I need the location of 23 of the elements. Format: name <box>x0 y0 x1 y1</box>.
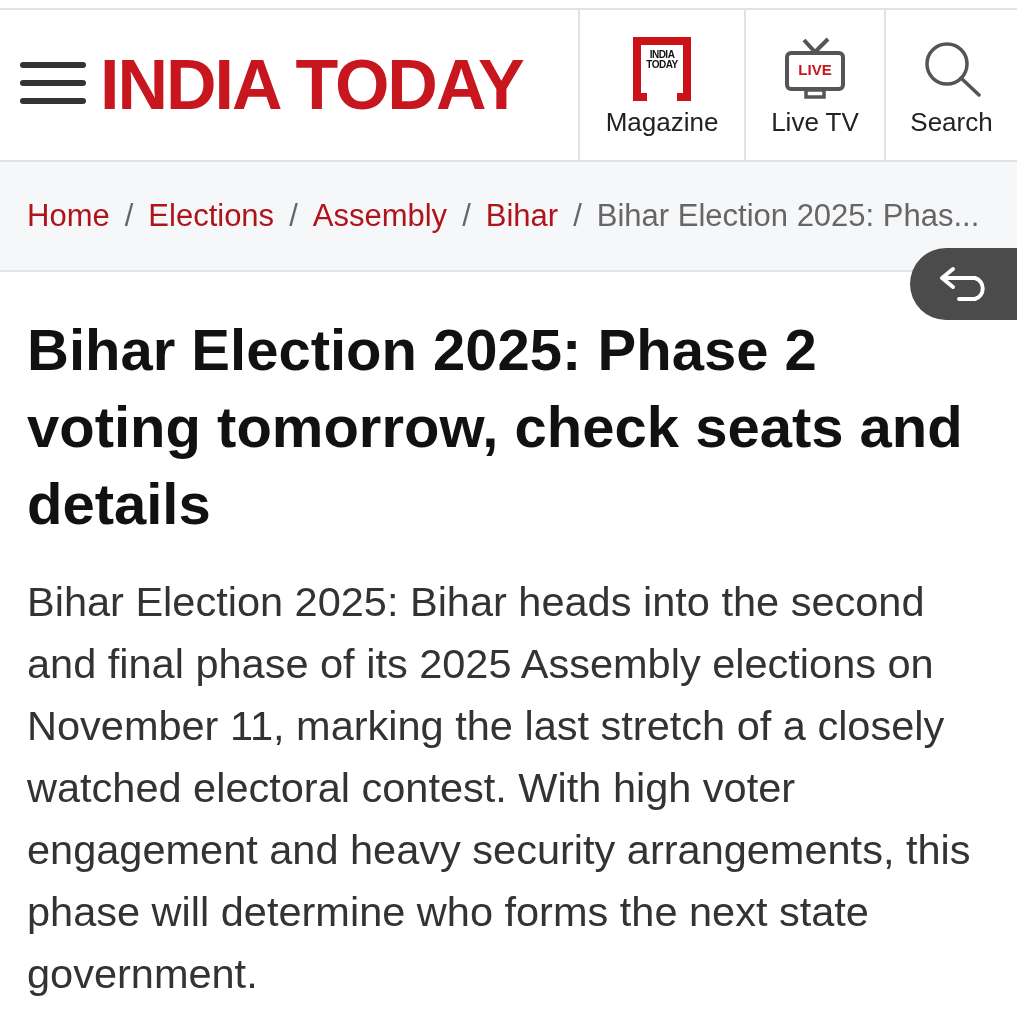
magazine-nav-item[interactable]: INDIA TODAY Magazine <box>578 10 744 160</box>
breadcrumb-link[interactable]: Home <box>27 198 110 234</box>
search-button[interactable]: Search <box>884 10 1017 160</box>
back-button[interactable] <box>910 248 1017 320</box>
menu-button[interactable] <box>20 62 86 104</box>
site-logo[interactable]: INDIA TODAY <box>100 50 523 120</box>
article-summary: Bihar Election 2025: Bihar heads into the second and final phase of its 2025 Assembly elections on November 11, marking the last stretch of a closely watched electoral contest. With high voter engagement and heavy security arrangements, this phase will determine who forms the next state government. <box>27 577 972 999</box>
breadcrumb-separator: / <box>289 198 298 234</box>
breadcrumb-separator: / <box>573 198 582 234</box>
breadcrumb-current: Bihar Election 2025: Phas... <box>596 198 980 234</box>
live-label: LIVE <box>798 61 832 79</box>
magazine-frame-icon <box>633 37 691 101</box>
magazine-logo-text: INDIA TODAY <box>645 50 679 70</box>
breadcrumb-link[interactable]: Bihar <box>485 198 559 234</box>
tv-icon <box>784 37 846 101</box>
breadcrumb-link[interactable]: Elections <box>148 198 275 234</box>
breadcrumb-separator: / <box>124 198 134 234</box>
breadcrumb-link[interactable]: Assembly <box>312 198 448 234</box>
article-headline: Bihar Election 2025: Phase 2 voting tomorrow, check seats and details <box>27 316 964 538</box>
menu-icon <box>20 62 86 104</box>
breadcrumb-separator: / <box>462 198 471 234</box>
live-tv-nav-item[interactable]: LIVE Live TV <box>744 10 884 160</box>
search-icon <box>922 41 981 97</box>
